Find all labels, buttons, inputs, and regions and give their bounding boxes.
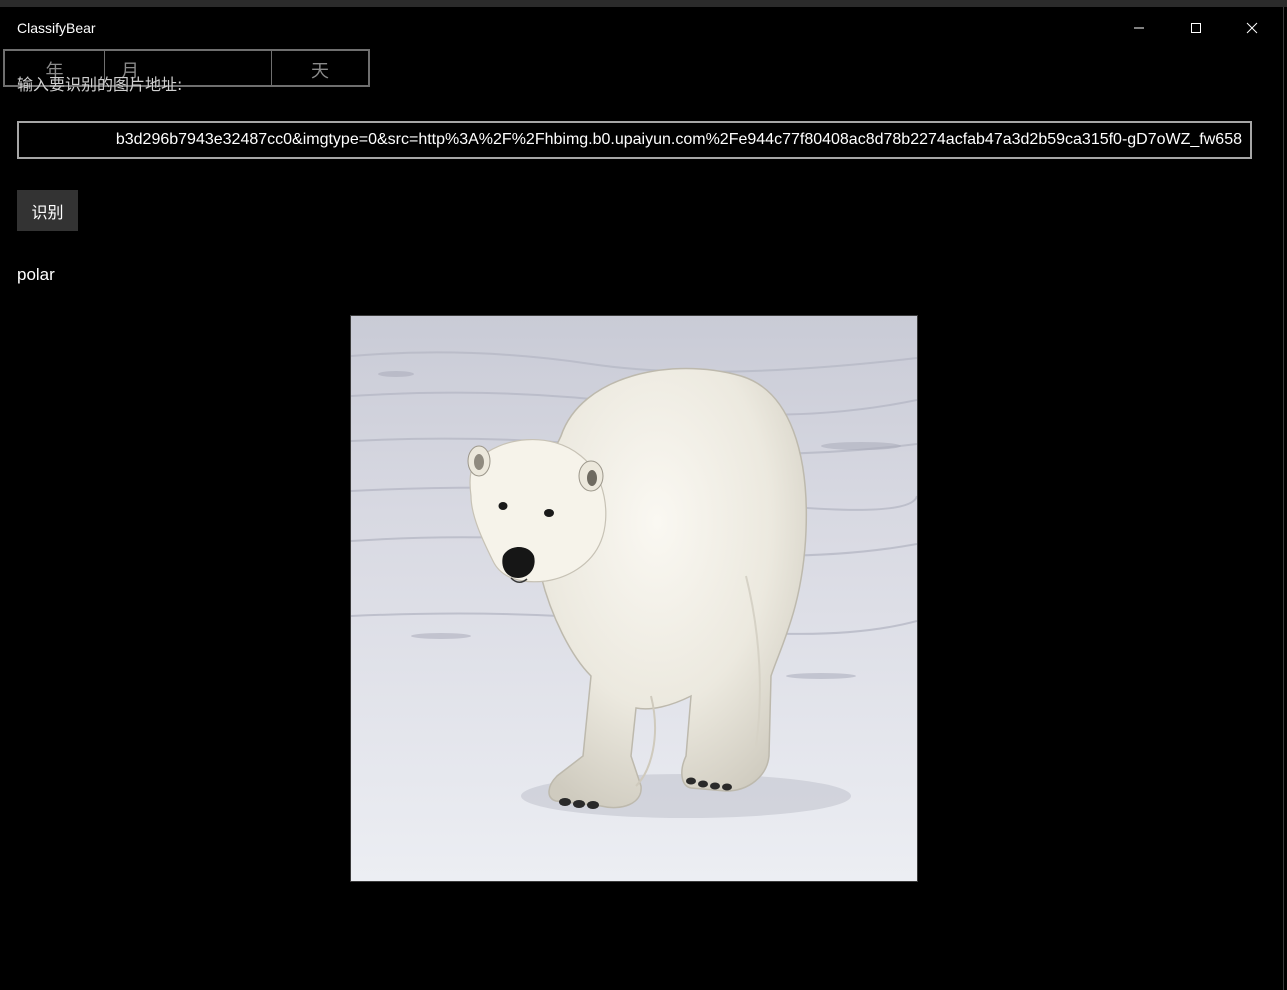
recognize-button[interactable]: 识别 bbox=[17, 190, 78, 231]
bear-photo bbox=[350, 315, 918, 882]
close-button[interactable] bbox=[1229, 7, 1275, 49]
maximize-icon bbox=[1191, 23, 1201, 33]
date-picker-day[interactable]: 天 bbox=[272, 51, 368, 85]
polar-bear-image bbox=[351, 316, 917, 881]
classification-result: polar bbox=[17, 265, 55, 284]
minimize-icon bbox=[1134, 27, 1144, 29]
image-url-input[interactable]: b3d296b7943e32487cc0&imgtype=0&src=http%… bbox=[17, 121, 1252, 159]
url-prompt-label: 输入要识别的图片地址: bbox=[17, 75, 183, 94]
minimize-button[interactable] bbox=[1116, 7, 1162, 49]
title-bar[interactable]: ClassifyBear bbox=[0, 7, 1283, 49]
screen-top-strip bbox=[0, 0, 1287, 7]
app-window: ClassifyBear 年 月 天 输入要识别的图片地址: b3d296b79… bbox=[0, 7, 1284, 990]
maximize-button[interactable] bbox=[1173, 7, 1219, 49]
close-icon bbox=[1246, 22, 1258, 34]
app-title: ClassifyBear bbox=[17, 20, 96, 36]
